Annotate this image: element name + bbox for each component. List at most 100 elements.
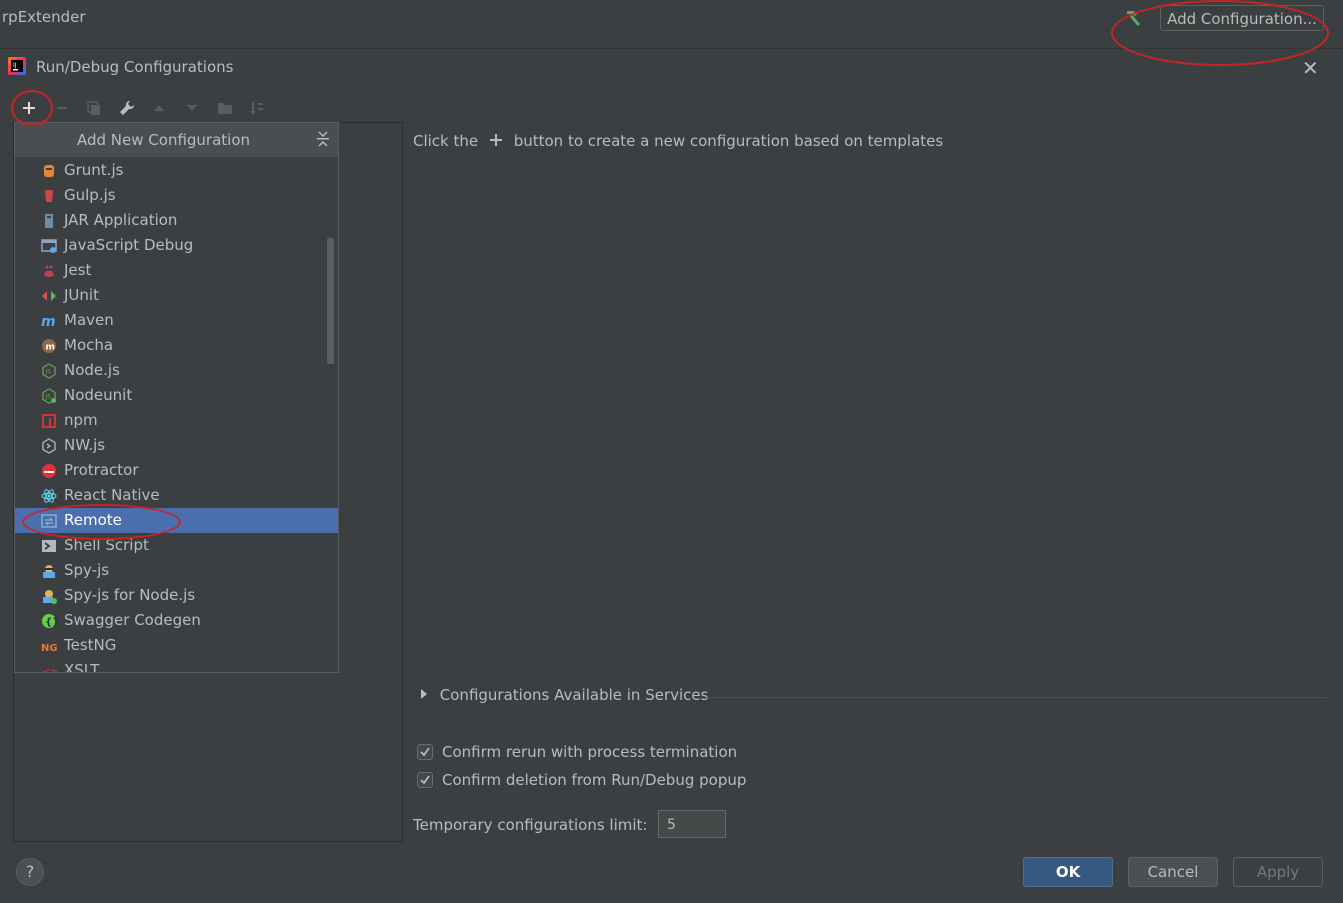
config-type-item[interactable]: JS Node.js — [15, 358, 338, 383]
arrow-up-icon — [154, 105, 164, 111]
spyjs-icon — [41, 562, 57, 578]
config-type-item[interactable]: NW.js — [15, 433, 338, 458]
annotation-ellipse-add-config — [1111, 0, 1329, 66]
config-type-label: XSLT — [64, 661, 100, 673]
services-label: Configurations Available in Services — [439, 686, 709, 704]
js-debug-icon — [41, 237, 57, 253]
confirm-rerun-checkbox[interactable] — [417, 744, 433, 760]
config-type-item[interactable]: NG TestNG — [15, 633, 338, 658]
minus-icon — [57, 107, 67, 109]
annotation-ellipse-plus — [11, 90, 53, 126]
close-icon[interactable]: ✕ — [1302, 56, 1319, 80]
hint-text: Click the button to create a new configu… — [413, 132, 943, 150]
move-up-button[interactable] — [147, 96, 171, 120]
arrow-down-icon — [187, 105, 197, 111]
config-type-item[interactable]: {} Swagger Codegen — [15, 608, 338, 633]
svg-text:m: m — [46, 343, 55, 353]
confirm-deletion-label: Confirm deletion from Run/Debug popup — [442, 771, 747, 789]
config-type-item[interactable]: m Maven — [15, 308, 338, 333]
popup-title: Add New Configuration — [77, 131, 251, 149]
add-new-configuration-popup: Add New Configuration Grunt.js Gulp.js JAR… — [14, 122, 339, 673]
configuration-type-list: Grunt.js Gulp.js JAR Application JavaScript… — [15, 158, 338, 673]
config-type-label: NW.js — [64, 436, 106, 454]
svg-text:JS: JS — [45, 369, 52, 376]
popup-header: Add New Configuration — [15, 123, 338, 157]
move-down-button[interactable] — [180, 96, 204, 120]
confirm-deletion-checkbox[interactable] — [417, 772, 433, 788]
config-type-item[interactable]: npm — [15, 408, 338, 433]
react-icon — [41, 487, 57, 503]
collapse-icon[interactable] — [316, 130, 330, 148]
ok-button[interactable]: OK — [1023, 857, 1113, 887]
config-type-label: Mocha — [64, 336, 114, 354]
config-type-label: JUnit — [64, 286, 99, 304]
config-type-item[interactable]: Jest — [15, 258, 338, 283]
confirm-rerun-label: Confirm rerun with process termination — [442, 743, 738, 761]
config-type-item[interactable]: Spy-js for Node.js — [15, 583, 338, 608]
config-type-item[interactable]: JAR Application — [15, 208, 338, 233]
swagger-icon: {} — [41, 612, 59, 628]
config-type-label: Node.js — [64, 361, 120, 379]
config-type-item[interactable]: JUnit — [15, 283, 338, 308]
nodeunit-icon: JS — [41, 387, 57, 404]
config-type-item[interactable]: Protractor — [15, 458, 338, 483]
config-type-label: npm — [64, 411, 98, 429]
config-type-item[interactable]: Spy-js — [15, 558, 338, 583]
help-button[interactable]: ? — [16, 858, 44, 886]
npm-icon — [41, 412, 57, 428]
folder-icon — [218, 103, 232, 114]
maven-icon: m — [41, 312, 57, 330]
testng-icon: NG — [41, 637, 58, 654]
wrench-icon — [120, 100, 135, 115]
protractor-icon — [41, 462, 57, 478]
config-type-item[interactable]: JS Nodeunit — [15, 383, 338, 408]
config-type-label: Maven — [64, 311, 114, 329]
plus-icon — [489, 134, 502, 146]
config-type-label: JAR Application — [64, 211, 178, 229]
svg-text:NG: NG — [41, 643, 57, 654]
mocha-icon: m — [41, 337, 57, 353]
checkmark-icon — [420, 775, 430, 785]
popup-scrollbar[interactable] — [327, 238, 334, 364]
svg-text:<>: <> — [42, 667, 57, 673]
services-section-toggle[interactable]: Configurations Available in Services — [419, 686, 708, 704]
config-type-item[interactable]: m Mocha — [15, 333, 338, 358]
config-type-label: Protractor — [64, 461, 139, 479]
remove-button[interactable] — [50, 96, 74, 120]
grunt-icon — [41, 162, 57, 178]
spyjs-node-icon — [41, 587, 57, 604]
cancel-button[interactable]: Cancel — [1128, 857, 1218, 887]
project-title: rpExtender — [2, 8, 86, 26]
config-type-item[interactable]: <> XSLT — [15, 658, 338, 673]
config-type-item[interactable]: Gulp.js — [15, 183, 338, 208]
intellij-app-icon: IJ — [8, 57, 26, 75]
move-to-folder-button[interactable] — [213, 96, 237, 120]
confirm-rerun-row[interactable]: Confirm rerun with process termination — [417, 743, 737, 761]
xslt-icon: <> — [41, 662, 59, 673]
annotation-ellipse-remote — [22, 504, 181, 540]
hint-suffix: button to create a new configuration bas… — [513, 132, 944, 150]
copy-button[interactable] — [82, 96, 106, 120]
checkmark-icon — [420, 747, 430, 757]
edit-templates-button[interactable] — [115, 96, 139, 120]
svg-text:JS: JS — [45, 394, 52, 401]
temp-config-limit-input[interactable]: 5 — [658, 810, 726, 838]
nodejs-icon: JS — [41, 362, 57, 379]
jar-icon — [41, 212, 57, 228]
config-type-item[interactable]: React Native — [15, 483, 338, 508]
shell-icon — [41, 537, 57, 553]
config-type-label: Jest — [64, 261, 92, 279]
config-type-label: React Native — [64, 486, 160, 504]
nwjs-icon — [41, 437, 57, 454]
copy-icon — [87, 101, 100, 115]
config-type-label: Nodeunit — [64, 386, 133, 404]
hint-prefix: Click the — [413, 132, 479, 150]
confirm-deletion-row[interactable]: Confirm deletion from Run/Debug popup — [417, 771, 746, 789]
config-type-item[interactable]: Grunt.js — [15, 158, 338, 183]
sort-button[interactable] — [245, 96, 269, 120]
config-type-item[interactable]: JavaScript Debug — [15, 233, 338, 258]
separator-line — [706, 697, 1326, 698]
triangle-right-icon — [421, 689, 427, 699]
apply-button[interactable]: Apply — [1233, 857, 1323, 887]
config-type-label: Spy-js — [64, 561, 110, 579]
